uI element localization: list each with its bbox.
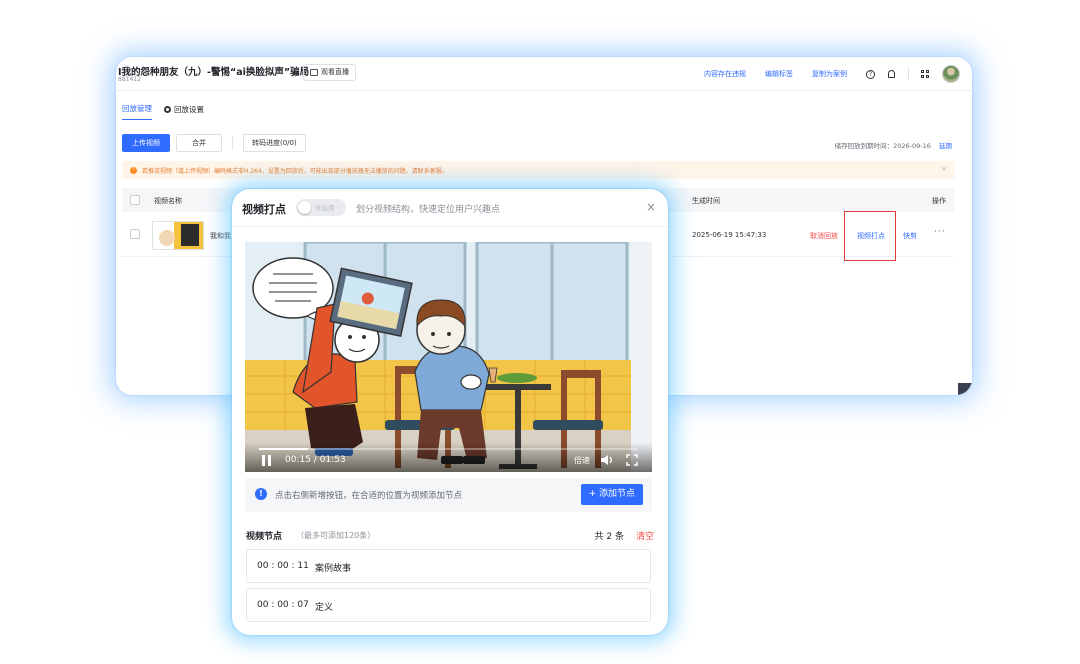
list-item[interactable]: 00 : 00 : 11 案例故事: [246, 549, 651, 583]
toolbar-divider: [908, 68, 909, 80]
duration: 01:53: [319, 455, 346, 465]
list-item[interactable]: 00 : 00 : 07 定义: [246, 588, 651, 622]
node-time: 00 : 00 : 07: [257, 600, 309, 610]
created-time: 2025-06-19 15:47:33: [692, 231, 767, 239]
grid-icon: [921, 69, 930, 79]
cancel-replay-link[interactable]: 取消回放: [810, 231, 838, 241]
edit-tags-link[interactable]: 编辑标签: [765, 69, 793, 79]
node-label: 案例故事: [315, 564, 352, 574]
console-tabs: 回放管理 回放设置: [122, 103, 216, 120]
progress-bar[interactable]: [259, 448, 638, 450]
encoding-warning-banner: ! 若推流视频（或上传视频）编码格式非H.264，设置为回放后，可能出现部分播放…: [122, 161, 954, 179]
gear-icon: [164, 105, 171, 113]
video-title: 我和我: [210, 232, 231, 240]
info-icon: !: [255, 488, 267, 500]
upload-video-button[interactable]: 上传视频: [122, 134, 170, 152]
expire-text: 储存回放到期时间：2026-09-16: [834, 142, 931, 150]
player-controls: 00:15 / 01:53 倍速: [245, 442, 652, 472]
warning-icon: !: [130, 166, 137, 174]
corner-decoration: [958, 383, 972, 395]
video-frame-cartoon: [245, 242, 652, 472]
replay-toolbar: 上传视频 合并 转码进度(0/0): [122, 134, 306, 152]
modal-subtitle: 划分视频结构，快速定位用户兴趣点: [356, 205, 501, 215]
top-actions: 内容存在违规 编辑标签 复制为案例 ?: [704, 57, 972, 91]
watch-live-label: 观看直播: [321, 68, 349, 76]
select-all-checkbox[interactable]: [130, 195, 140, 205]
playback-time: 00:15 / 01:53: [285, 455, 346, 465]
nodes-limit: （最多可添加120条）: [296, 531, 376, 540]
avatar[interactable]: [942, 65, 960, 83]
fullscreen-icon[interactable]: [626, 454, 638, 466]
add-node-button[interactable]: + 添加节点: [580, 484, 643, 505]
warning-text: 若推流视频（或上传视频）编码格式非H.264，设置为回放后，可能出现部分播放器无…: [142, 167, 448, 175]
transcode-progress-button[interactable]: 转码进度(0/0): [243, 134, 306, 152]
room-title: I我的怨种朋友（九）-警惕“ai换脸拟声”骗局: [118, 67, 310, 78]
add-node-tip: ! 点击右侧新增按钮，在合适的位置为视频添加节点 + 添加节点: [245, 478, 652, 512]
watch-live-button[interactable]: 观看直播: [303, 64, 356, 81]
volume-icon[interactable]: [600, 454, 614, 466]
toggle-knob: [298, 201, 311, 214]
storage-expire-info: 储存回放到期时间：2026-09-16 延期: [835, 140, 952, 150]
tab-label: 回放设置: [174, 104, 204, 114]
apps-menu[interactable]: [921, 69, 930, 79]
renew-link[interactable]: 延期: [939, 142, 952, 150]
nodes-header: 视频节点 （最多可添加120条） 共 2 条 清空: [246, 529, 654, 543]
clear-nodes-button[interactable]: 清空: [636, 529, 654, 542]
markers-toggle[interactable]: 未启用: [296, 199, 346, 216]
video-markers-modal: 视频打点 未启用 划分视频结构，快速定位用户兴趣点 × 00:15 / 01:5…: [232, 189, 668, 635]
bell-icon: [888, 70, 895, 78]
pause-icon[interactable]: [261, 455, 271, 466]
help-icon[interactable]: ?: [866, 69, 875, 79]
video-thumbnail[interactable]: [152, 221, 204, 250]
tv-icon: [310, 69, 318, 76]
video-markers-link[interactable]: 视频打点: [857, 231, 885, 241]
current-time: 00:15: [285, 455, 311, 465]
modal-title: 视频打点: [242, 203, 286, 216]
nodes-title: 视频节点: [246, 532, 283, 542]
tab-label: 回放管理: [122, 104, 152, 113]
quick-clip-link[interactable]: 快剪: [903, 231, 917, 241]
tip-text: 点击右侧新增按钮，在合适的位置为视频添加节点: [275, 491, 463, 501]
tab-replay-management[interactable]: 回放管理: [122, 103, 152, 120]
column-video-name: 视频名称: [154, 197, 182, 205]
toolbar-separator: [232, 136, 233, 150]
toggle-text: 未启用: [315, 204, 335, 212]
column-actions: 操作: [932, 197, 946, 205]
column-created-time: 生成时间: [692, 197, 720, 205]
console-topbar: I我的怨种朋友（九）-警惕“ai换脸拟声”骗局 881412 观看直播 内容存在…: [116, 57, 972, 91]
video-player[interactable]: 00:15 / 01:53 倍速: [245, 242, 652, 472]
close-icon[interactable]: ×: [646, 200, 656, 214]
content-violation-link[interactable]: 内容存在违规: [704, 69, 746, 79]
node-label: 定义: [315, 603, 334, 613]
merge-button[interactable]: 合并: [176, 134, 222, 152]
time-separator: /: [310, 455, 320, 465]
node-time: 00 : 00 : 11: [257, 561, 309, 571]
more-actions-icon[interactable]: ···: [934, 227, 946, 237]
modal-header: 视频打点 未启用 划分视频结构，快速定位用户兴趣点 ×: [232, 189, 668, 227]
room-id: 881412: [118, 76, 141, 83]
nodes-count: 共 2 条: [594, 532, 624, 542]
copy-as-case-link[interactable]: 复制为案例: [812, 69, 847, 79]
notification-bell[interactable]: [887, 70, 896, 79]
playback-speed-button[interactable]: 倍速: [574, 455, 590, 466]
tab-replay-settings[interactable]: 回放设置: [164, 104, 204, 120]
progress-fill: [259, 448, 309, 450]
row-checkbox[interactable]: [130, 229, 140, 239]
close-icon[interactable]: ×: [941, 165, 947, 173]
